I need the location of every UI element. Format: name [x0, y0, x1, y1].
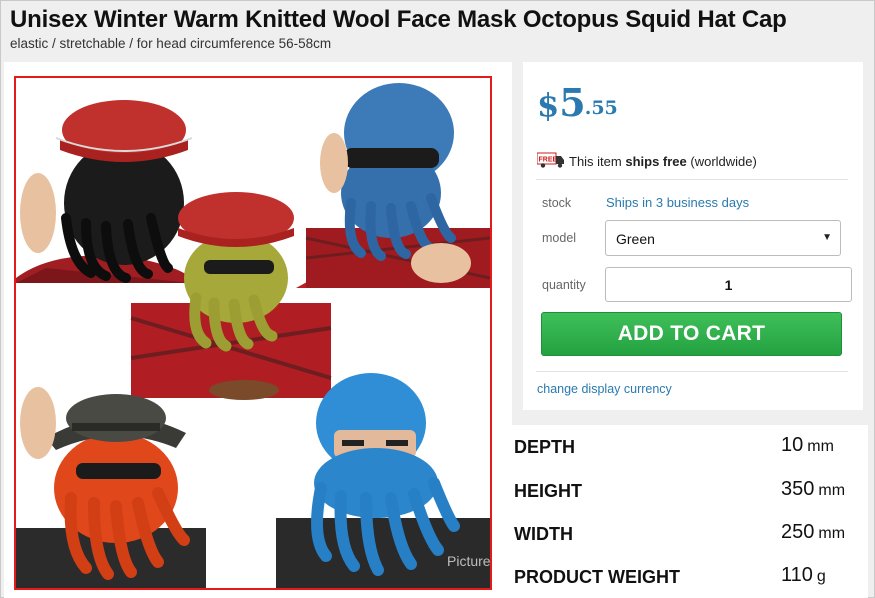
product-photo-illustration [16, 83, 490, 588]
price-cents: .55 [584, 97, 618, 119]
spec-unit: g [816, 568, 826, 585]
price-currency: $ [537, 86, 560, 124]
shipping-bold: ships free [625, 154, 687, 169]
dropdown-arrow-icon: ▼ [822, 232, 832, 243]
divider [536, 371, 848, 372]
product-subtitle: elastic / stretchable / for head circumf… [10, 36, 332, 51]
spec-number: 350 [781, 478, 815, 500]
model-selected-value: Green [616, 231, 655, 247]
spec-number: 250 [781, 521, 815, 543]
orange-mask-figure [16, 387, 206, 588]
product-title: Unisex Winter Warm Knitted Wool Face Mas… [10, 6, 787, 33]
spec-value-height: 350 mm [781, 478, 845, 501]
stock-label: stock [542, 196, 572, 210]
change-currency-link[interactable]: change display currency [537, 382, 672, 396]
price: $5.55 [537, 80, 618, 125]
black-mask-figure [16, 100, 196, 283]
spec-value-depth: 10 mm [781, 434, 834, 457]
shipping-info: This item ships free (worldwide) [569, 154, 757, 169]
quantity-input[interactable]: 1 [605, 267, 852, 302]
divider [536, 179, 848, 180]
blue-mask-figure [296, 83, 490, 288]
spec-value-weight: 110 g [781, 564, 826, 587]
add-to-cart-button[interactable]: ADD TO CART [541, 312, 842, 356]
spec-name-weight: PRODUCT WEIGHT [514, 567, 680, 587]
product-photo[interactable]: Picture [14, 76, 492, 590]
shipping-text-before: This item [569, 154, 626, 169]
model-label: model [542, 231, 577, 245]
spec-name-depth: DEPTH [514, 437, 576, 457]
stock-value: Ships in 3 business days [606, 195, 750, 210]
price-whole: 5 [559, 80, 585, 125]
quantity-value: 1 [724, 277, 733, 293]
spec-unit: mm [807, 438, 834, 455]
free-badge-text: FREE [539, 157, 558, 164]
free-shipping-truck-icon: FREE [537, 152, 564, 168]
spec-number: 10 [781, 434, 804, 456]
spec-value-width: 250 mm [781, 521, 845, 544]
spec-unit: mm [818, 525, 846, 542]
spec-name-height: HEIGHT [514, 481, 583, 501]
quantity-label: quantity [542, 278, 586, 292]
shipping-text-after: (worldwide) [686, 154, 757, 169]
spec-unit: mm [818, 482, 846, 499]
spec-name-width: WIDTH [514, 524, 573, 544]
spec-number: 110 [781, 564, 813, 586]
model-select[interactable]: Green ▼ [605, 220, 841, 256]
image-watermark: Picture [447, 553, 491, 569]
